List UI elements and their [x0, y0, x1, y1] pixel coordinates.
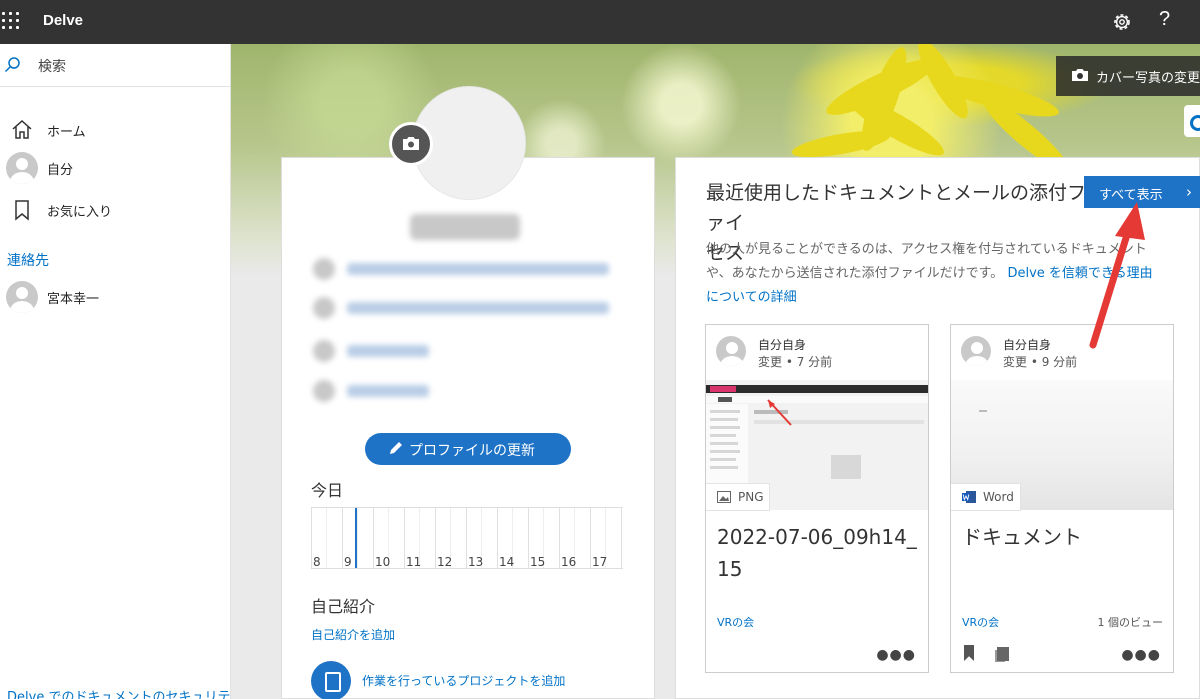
bookmark-icon: [15, 200, 29, 221]
file-type-tag: PNG: [706, 483, 770, 511]
timeline-hour-label: 15: [530, 555, 546, 569]
avatar: [716, 336, 746, 366]
change-photo-button[interactable]: [389, 122, 433, 166]
avatar: [6, 152, 38, 184]
sidebar-item-label: ホーム: [47, 125, 86, 140]
contact-detail-redacted: [347, 345, 429, 357]
document-site-link[interactable]: VRの会: [962, 614, 999, 630]
contact-detail-redacted: [347, 263, 609, 275]
gear-icon[interactable]: [1110, 10, 1134, 34]
chevron-right-icon: ›: [1186, 183, 1192, 201]
sidebar-item-favorites[interactable]: お気に入り: [0, 194, 231, 224]
search-input[interactable]: 検索: [38, 56, 66, 76]
contact-icon: [313, 340, 335, 362]
timeline-hour-label: 14: [499, 555, 515, 569]
document-owner: 自分自身: [1003, 338, 1052, 352]
add-about-me-link[interactable]: 自己紹介を追加: [311, 626, 395, 643]
add-project-link[interactable]: 作業を行っているプロジェクトを追加: [362, 672, 565, 689]
project-icon: [311, 661, 351, 699]
copy-link-icon[interactable]: [997, 647, 1009, 661]
document-name[interactable]: ドキュメント: [962, 521, 1162, 553]
document-card[interactable]: 自分自身 変更 • 7 分前 PNG 2022-07-06_09h14_15 V…: [705, 324, 929, 673]
timeline-hour-label: 8: [313, 555, 321, 569]
timeline-hour-label: 17: [592, 555, 608, 569]
timeline-gridline: [528, 508, 529, 568]
contact-detail-redacted: [347, 302, 609, 314]
timeline-gridline: [373, 508, 374, 568]
top-bar: Delve ?: [0, 0, 1200, 44]
contact-name: 宮本幸一: [47, 292, 100, 307]
timeline-gridline: [590, 508, 591, 568]
timeline-gridline: [466, 508, 467, 568]
document-card[interactable]: 自分自身 変更 • 9 分前 Word ドキュメント VRの会 1 個のビュー …: [950, 324, 1174, 673]
more-options-icon[interactable]: ●●●: [1121, 647, 1161, 663]
document-site-link[interactable]: VRの会: [717, 614, 754, 630]
timeline-gridline: [621, 508, 622, 568]
file-type-label: Word: [983, 490, 1014, 504]
sidebar-item-me[interactable]: 自分: [0, 152, 231, 184]
timeline-hour-label: 9: [344, 555, 352, 569]
camera-icon: [403, 137, 419, 150]
timeline-gridline: [342, 508, 343, 568]
document-name[interactable]: 2022-07-06_09h14_15: [717, 521, 917, 585]
day-timeline: 8 9 10 11 12 13 14 15 16 17: [311, 507, 623, 569]
document-owner: 自分自身: [758, 338, 807, 352]
file-type-label: PNG: [738, 490, 764, 504]
about-me-heading: 自己紹介: [311, 597, 376, 616]
contacts-heading[interactable]: 連絡先: [7, 250, 49, 270]
timeline-gridline: [559, 508, 560, 568]
timeline-hour-label: 10: [375, 555, 391, 569]
update-profile-label: プロファイルの更新: [409, 443, 535, 459]
file-type-tag: Word: [951, 483, 1021, 511]
timeline-gridline: [497, 508, 498, 568]
timeline-gridline: [435, 508, 436, 568]
today-label: 今日: [311, 481, 344, 500]
timeline-hour-label: 11: [406, 555, 422, 569]
contact-detail-redacted: [347, 385, 429, 397]
more-options-icon[interactable]: ●●●: [876, 647, 916, 663]
contact-item[interactable]: 宮本幸一: [0, 281, 231, 313]
contact-icon: [313, 258, 335, 280]
camera-icon: [1072, 69, 1088, 81]
timeline-gridline: [326, 508, 327, 568]
avatar: [961, 336, 991, 366]
app-title[interactable]: Delve: [43, 12, 83, 29]
sidebar-item-label: 自分: [47, 163, 74, 178]
change-cover-photo-button[interactable]: カバー写真の変更: [1056, 56, 1200, 96]
document-views: 1 個のビュー: [1097, 616, 1164, 629]
search-icon: [4, 57, 20, 73]
annotation-arrow: [1089, 202, 1145, 349]
contact-icon: [313, 380, 335, 402]
timeline-gridline: [311, 508, 312, 568]
app-launcher-icon[interactable]: [2, 12, 20, 30]
document-modified: 変更 • 7 分前: [758, 355, 833, 369]
timeline-gridline: [404, 508, 405, 568]
word-icon: [962, 491, 976, 503]
skype-icon[interactable]: [1184, 105, 1200, 137]
bookmark-icon[interactable]: [964, 645, 974, 661]
sidebar-item-home[interactable]: ホーム: [0, 114, 231, 144]
search-box[interactable]: 検索: [0, 44, 231, 87]
security-info-link[interactable]: Delve でのドキュメントのセキュリティにつ: [7, 686, 231, 699]
timeline-hour-label: 13: [468, 555, 484, 569]
update-profile-button[interactable]: プロファイルの更新: [365, 433, 571, 465]
change-cover-photo-label: カバー写真の変更: [1096, 71, 1200, 86]
sidebar: 検索 ホーム 自分 お気に入り 連絡先 宮本幸一 Delve でのドキュメントの…: [0, 44, 231, 699]
timeline-hour-label: 16: [561, 555, 577, 569]
timeline-hour-label: 12: [437, 555, 453, 569]
contact-icon: [313, 297, 335, 319]
sidebar-item-label: お気に入り: [47, 205, 113, 220]
avatar: [6, 281, 38, 313]
pencil-icon: [390, 442, 402, 454]
documents-title-line1: 最近使用したドキュメントとメールの添付ファイ: [706, 182, 1087, 234]
profile-name-redacted: [410, 214, 520, 240]
timeline-gridline: [357, 508, 358, 568]
image-file-icon: [717, 491, 731, 503]
home-icon: [12, 119, 32, 139]
document-modified: 変更 • 9 分前: [1003, 355, 1078, 369]
help-icon[interactable]: ?: [1159, 8, 1170, 31]
